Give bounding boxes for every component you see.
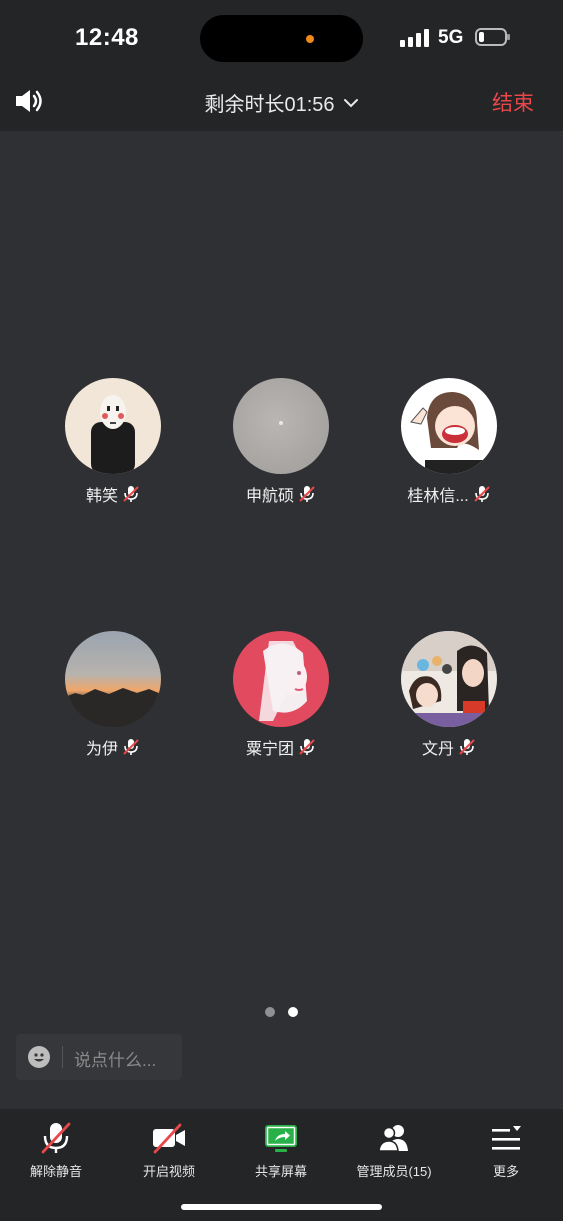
participant-name: 申航硕 (245, 488, 294, 505)
remaining-time-label: 剩余时长01:56 (204, 94, 335, 116)
mic-muted-icon (299, 486, 315, 502)
dynamic-island (200, 15, 363, 62)
mic-muted-icon (299, 739, 315, 755)
page-indicator[interactable] (265, 1007, 298, 1017)
mic-muted-icon (123, 486, 139, 502)
battery-level (479, 32, 484, 42)
more-button[interactable]: 更多 (451, 1121, 561, 1180)
home-indicator[interactable] (181, 1204, 382, 1210)
share-screen-label: 共享屏幕 (254, 1164, 307, 1179)
participant-tile[interactable]: 申航硕 (201, 378, 361, 506)
manage-members-label: 管理成员(15) (356, 1164, 432, 1179)
page-dot[interactable] (265, 1007, 275, 1017)
chat-input[interactable]: 说点什么... (16, 1034, 182, 1080)
participant-name: 为伊 (85, 741, 118, 758)
participant-name: 桂林信... (407, 488, 469, 505)
participant-name: 粟宁团 (245, 741, 294, 758)
remaining-time[interactable]: 剩余时长01:56 (0, 88, 563, 117)
chevron-down-icon (343, 98, 358, 107)
status-bar: 12:48 5G (0, 0, 563, 76)
avatar (65, 631, 161, 727)
participant-name: 文丹 (421, 741, 454, 758)
avatar (233, 378, 329, 474)
recording-indicator (306, 35, 314, 43)
share-screen-button[interactable]: 共享屏幕 (226, 1121, 336, 1180)
start-video-label: 开启视频 (142, 1164, 195, 1179)
unmute-button[interactable]: 解除静音 (1, 1121, 111, 1180)
divider (62, 1046, 63, 1068)
participant-tile[interactable]: 桂林信... (369, 378, 529, 506)
participant-name: 韩笑 (85, 488, 118, 505)
start-video-button[interactable]: 开启视频 (114, 1121, 224, 1180)
network-type: 5G (438, 27, 464, 48)
unmute-label: 解除静音 (29, 1164, 82, 1179)
video-off-icon (152, 1121, 186, 1155)
members-icon (377, 1121, 411, 1155)
mic-muted-icon (459, 739, 475, 755)
participant-tile[interactable]: 粟宁团 (201, 631, 361, 759)
more-menu-icon (489, 1121, 523, 1155)
signal-icon (400, 29, 430, 47)
end-meeting-button[interactable]: 结束 (492, 87, 534, 117)
avatar (401, 378, 497, 474)
mic-muted-icon (473, 486, 490, 502)
clock: 12:48 (75, 24, 139, 51)
meeting-header: 剩余时长01:56 结束 (0, 76, 563, 131)
more-label: 更多 (492, 1164, 519, 1179)
avatar (233, 631, 329, 727)
avatar (65, 378, 161, 474)
mic-muted-icon (123, 739, 139, 755)
mic-muted-icon (39, 1121, 73, 1155)
participant-tile[interactable]: 文丹 (369, 631, 529, 759)
chat-placeholder: 说点什么... (74, 1051, 157, 1070)
avatar (401, 631, 497, 727)
page-dot-active[interactable] (288, 1007, 298, 1017)
share-screen-icon (264, 1121, 298, 1155)
manage-members-button[interactable]: 管理成员(15) (339, 1121, 449, 1180)
battery-icon (475, 28, 510, 46)
emoji-icon[interactable] (28, 1046, 50, 1068)
participant-tile[interactable]: 韩笑 (33, 378, 193, 506)
participant-tile[interactable]: 为伊 (33, 631, 193, 759)
